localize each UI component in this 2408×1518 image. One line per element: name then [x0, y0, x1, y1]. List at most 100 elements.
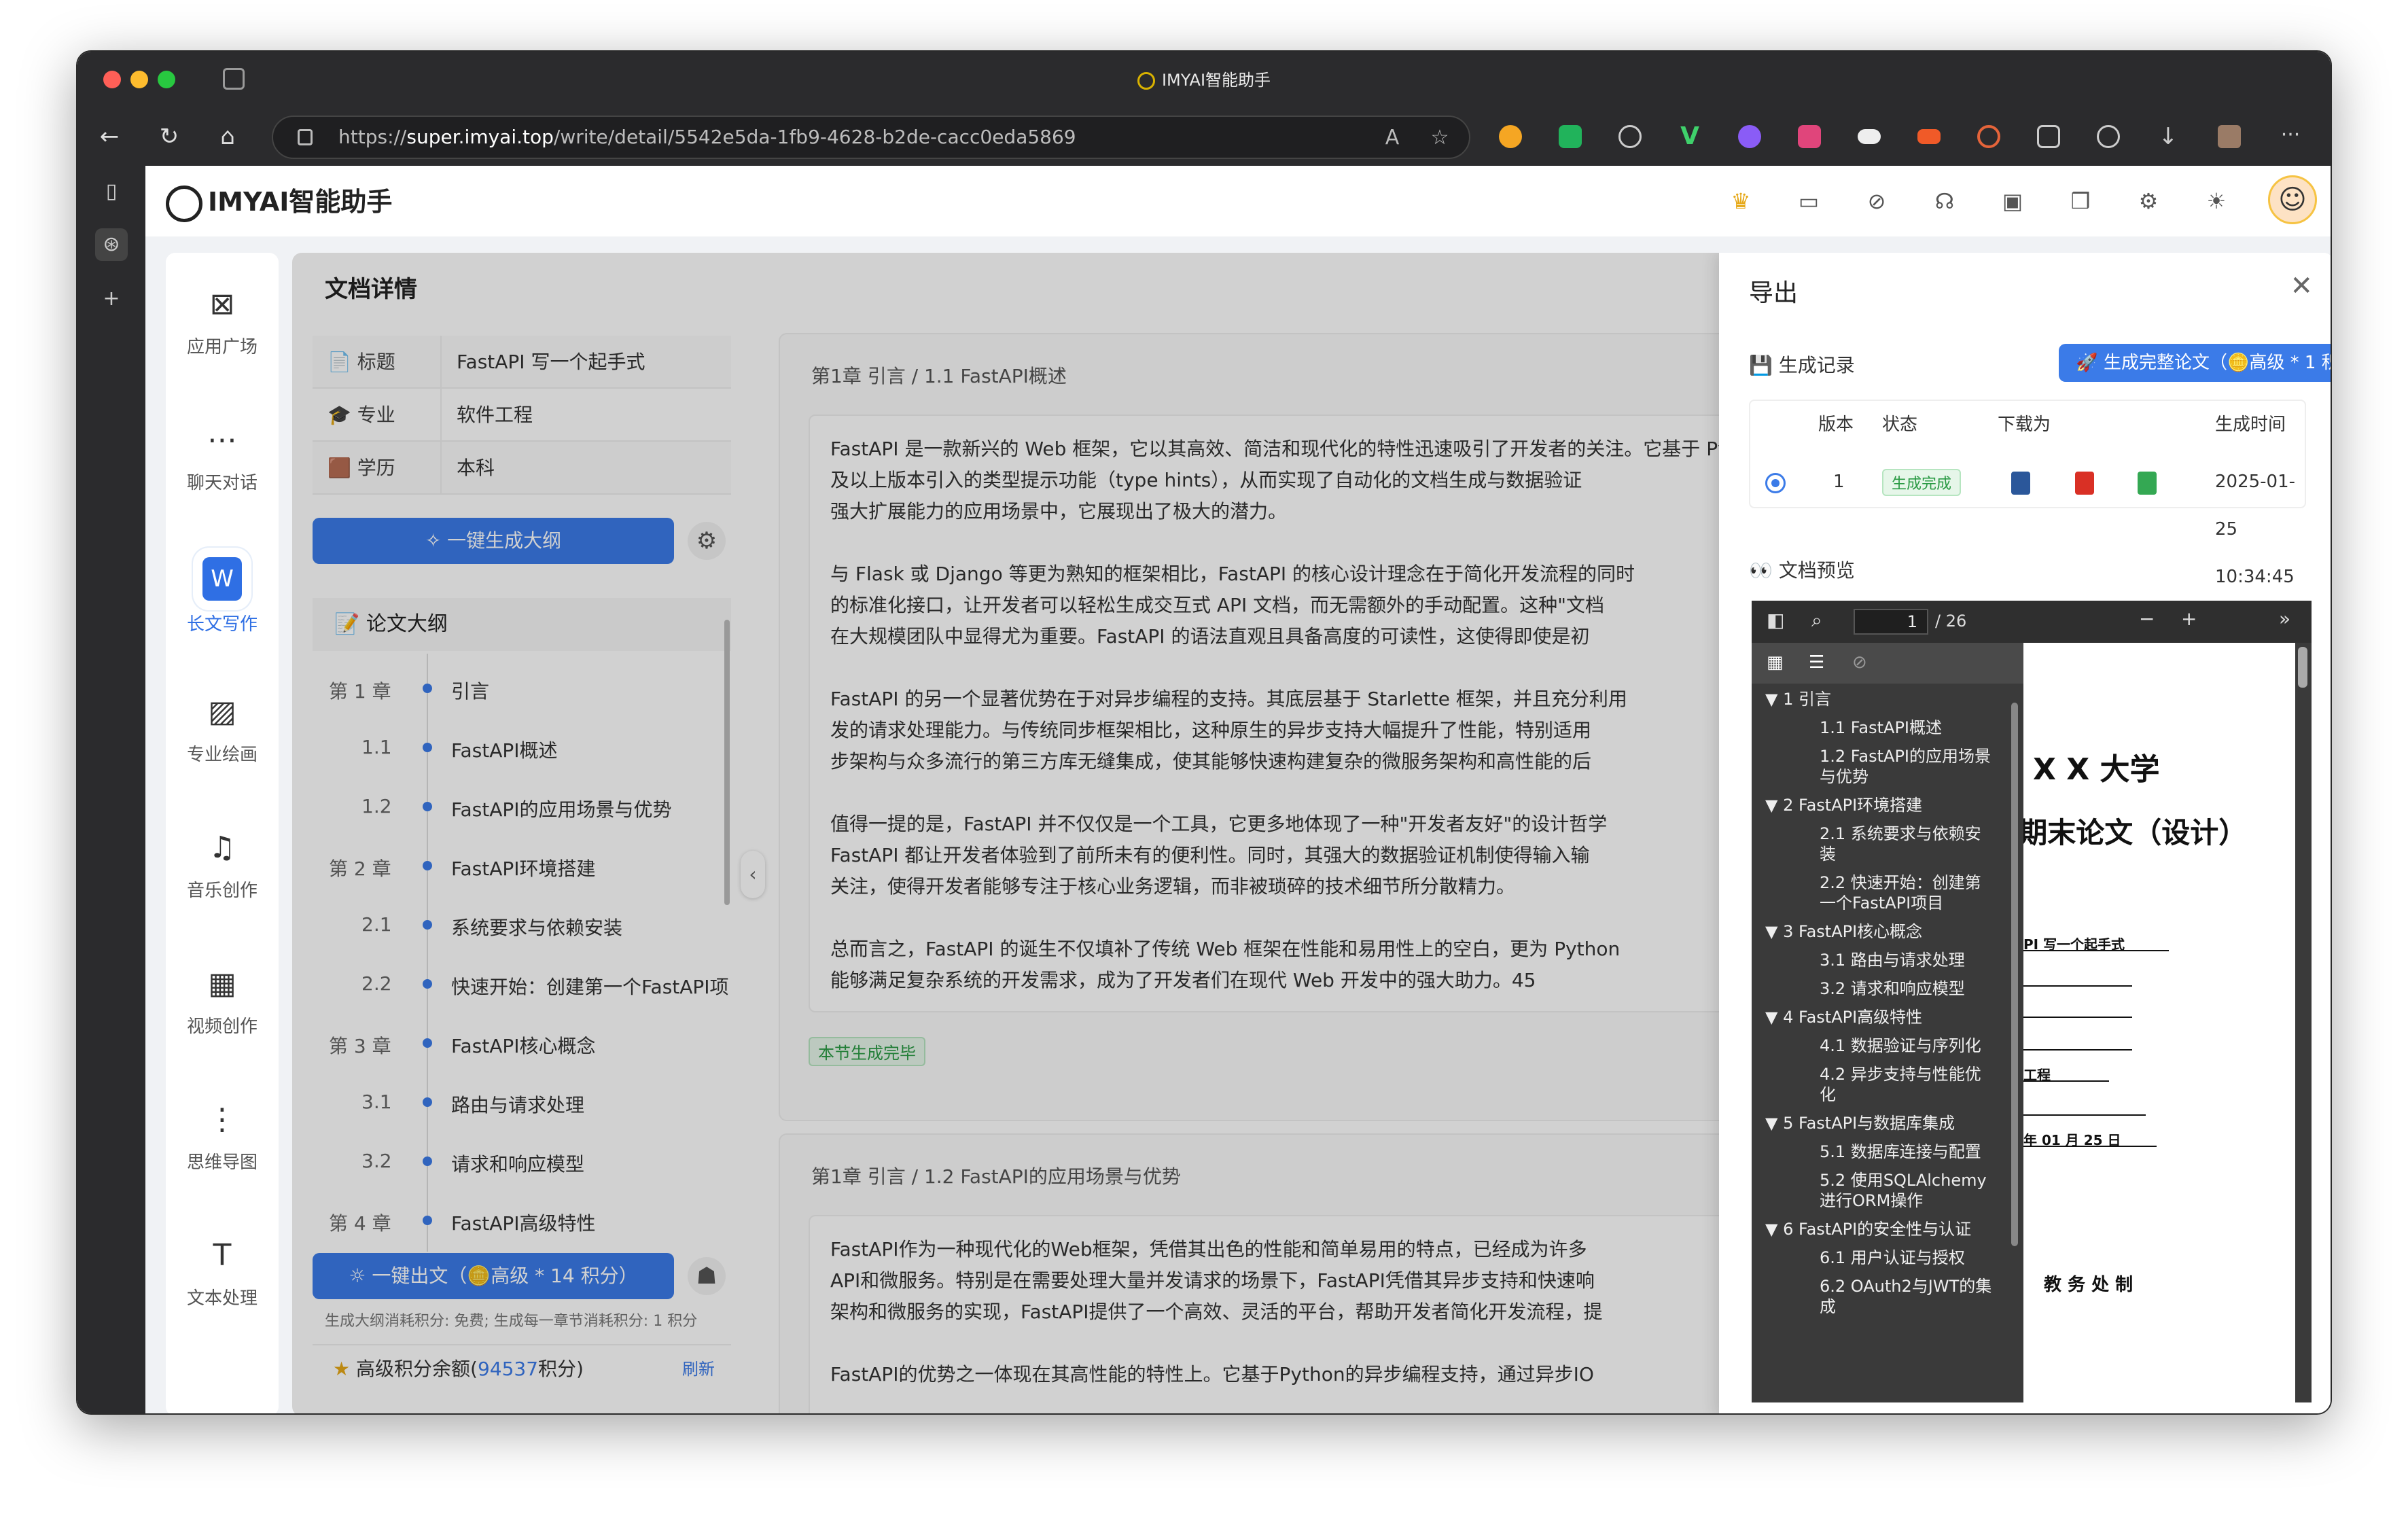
- pdf-page-scrollbar[interactable]: [2298, 647, 2307, 688]
- outline-entry[interactable]: ▼ 2 FastAPI环境搭建: [1765, 795, 1922, 815]
- outline-entry[interactable]: 化: [1820, 1084, 1836, 1105]
- theme-sun-icon[interactable]: ☀: [2197, 182, 2235, 220]
- outline-entry[interactable]: 2.1 系统要求与依赖安: [1820, 824, 1981, 844]
- brand[interactable]: IMYAI智能助手: [166, 181, 392, 222]
- zoom-in-icon[interactable]: +: [2181, 607, 2197, 630]
- sidebar-item-3[interactable]: ▨ 专业绘画: [173, 674, 272, 776]
- sidebar-item-2[interactable]: W 长文写作: [173, 538, 272, 640]
- url-prefix: https://: [338, 126, 407, 148]
- sidebar-item-0[interactable]: ⊠ 应用广场: [173, 266, 272, 368]
- page-number-input[interactable]: 1: [1854, 609, 1928, 635]
- sidebar-toggle-icon[interactable]: ▯: [95, 175, 128, 208]
- thumbnails-icon[interactable]: ▦: [1767, 652, 1784, 673]
- outline-entry[interactable]: 成: [1820, 1296, 1836, 1317]
- pdf-download-icon[interactable]: [2075, 472, 2094, 495]
- reload-icon[interactable]: ↻: [152, 120, 186, 154]
- read-aloud-icon[interactable]: A: [1381, 126, 1404, 149]
- more-menu-icon[interactable]: ···: [2279, 125, 2302, 148]
- link-icon[interactable]: ⊘: [1858, 182, 1896, 220]
- gift-icon[interactable]: ❒: [2061, 182, 2100, 220]
- devices-icon[interactable]: ▭: [1790, 182, 1828, 220]
- search-icon[interactable]: ⌕: [1811, 609, 1822, 632]
- close-icon[interactable]: ✕: [2290, 270, 2313, 302]
- extension-icon-2[interactable]: [1559, 125, 1582, 148]
- more-tools-icon[interactable]: »: [2279, 607, 2290, 630]
- outline-entry[interactable]: 进行ORM操作: [1820, 1190, 1923, 1211]
- document-detail-panel: 文档详情 📄 标题 FastAPI 写一个起手式 🎓 专业 软件工程 🟫 学历 本科 ✧ …: [292, 253, 2331, 1413]
- back-icon[interactable]: ←: [92, 120, 126, 154]
- col-version: 版本: [1818, 414, 1854, 435]
- extension-icon-8[interactable]: [1917, 129, 1941, 144]
- markdown-download-icon[interactable]: [2138, 472, 2157, 495]
- outline-entry[interactable]: 4.2 异步支持与性能优: [1820, 1064, 1981, 1084]
- history-icon[interactable]: [2097, 125, 2120, 148]
- pdf-toolbar: ◧ ⌕ 1 / 26 − + »: [1752, 601, 2312, 643]
- text-icon: T: [213, 1238, 232, 1273]
- version-radio[interactable]: [1765, 473, 1786, 493]
- sidebar-item-6[interactable]: ⋮ 思维导图: [173, 1082, 272, 1184]
- pdf-underline: [2023, 1049, 2132, 1051]
- outline-entry[interactable]: 装: [1820, 844, 1836, 864]
- outline-entry[interactable]: 3.1 路由与请求处理: [1820, 950, 1965, 970]
- profile-avatar[interactable]: [2218, 125, 2241, 148]
- sidebar-item-1[interactable]: ⋯ 聊天对话: [173, 402, 272, 504]
- outline-entry[interactable]: 6.1 用户认证与授权: [1820, 1248, 1965, 1268]
- outline-entry[interactable]: 与优势: [1820, 766, 1869, 787]
- outline-entry[interactable]: ▼ 1 引言: [1765, 689, 1831, 709]
- generated-time: 2025-01-25 10:34:45: [2215, 472, 2296, 587]
- pdf-underline: [2023, 1017, 2132, 1018]
- outline-scrollbar[interactable]: [2011, 703, 2018, 1246]
- attachments-icon[interactable]: ⊘: [1852, 652, 1867, 673]
- outline-entry[interactable]: 4.1 数据验证与序列化: [1820, 1036, 1981, 1056]
- word-download-icon[interactable]: [2011, 472, 2030, 495]
- address-bar[interactable]: https://super.imyai.top/write/detail/554…: [272, 116, 1470, 159]
- extensions-puzzle-icon[interactable]: [2037, 125, 2060, 148]
- outline-entry[interactable]: ▼ 4 FastAPI高级特性: [1765, 1007, 1922, 1027]
- outline-entry[interactable]: 1.1 FastAPI概述: [1820, 718, 1942, 738]
- outline-entry[interactable]: 5.1 数据库连接与配置: [1820, 1142, 1981, 1162]
- favorite-star-icon[interactable]: ☆: [1428, 126, 1451, 149]
- crown-icon[interactable]: ♛: [1722, 182, 1760, 220]
- extension-icon-7[interactable]: [1858, 129, 1881, 144]
- browser-vertical-tabs: ▯ ⊛ +: [77, 166, 145, 1413]
- outline-entry[interactable]: ▼ 6 FastAPI的安全性与认证: [1765, 1219, 1971, 1239]
- zoom-out-icon[interactable]: −: [2139, 607, 2155, 630]
- extension-icon-6[interactable]: [1798, 125, 1821, 148]
- sidebar-item-label: 长文写作: [186, 614, 258, 635]
- active-tab-favicon-icon[interactable]: ⊛: [95, 228, 128, 261]
- sidebar-item-5[interactable]: ▦ 视频创作: [173, 946, 272, 1048]
- toggle-sidebar-icon[interactable]: ◧: [1767, 609, 1784, 631]
- sidebar-item-7[interactable]: T 文本处理: [173, 1218, 272, 1320]
- extension-icon-5[interactable]: [1738, 125, 1761, 148]
- app-root: IMYAI智能助手 ♛ ▭ ⊘ ☊ ▣ ❒ ⚙ ☀ ☺ ⊠ 应用广场 ⋯ 聊天对话 W 长…: [145, 166, 2331, 1413]
- extension-icon-1[interactable]: [1499, 125, 1522, 148]
- page-total: / 26: [1935, 612, 1967, 631]
- outline-entry[interactable]: 一个FastAPI项目: [1820, 893, 1943, 913]
- user-avatar[interactable]: ☺: [2268, 175, 2317, 224]
- sidebar-item-4[interactable]: ♫ 音乐创作: [173, 810, 272, 912]
- outline-entry[interactable]: 6.2 OAuth2与JWT的集: [1820, 1276, 1991, 1296]
- modal-overlay[interactable]: [292, 253, 1719, 1413]
- outline-entry[interactable]: 1.2 FastAPI的应用场景: [1820, 746, 1991, 766]
- pdf-underline: [2023, 950, 2169, 951]
- outline-entry[interactable]: ▼ 5 FastAPI与数据库集成: [1765, 1113, 1955, 1133]
- settings-gear-icon[interactable]: ⚙: [2129, 182, 2167, 220]
- vue-extension-icon[interactable]: V: [1678, 124, 1701, 149]
- export-drawer: 导出 ✕ 💾 生成记录 🚀 生成完整论文（🪙高级 * 1 积分） ! 版本 状态…: [1719, 253, 2331, 1413]
- music-icon: ♫: [209, 830, 236, 865]
- download-icon[interactable]: ↓: [2157, 125, 2180, 148]
- pdf-underline: [2023, 1080, 2109, 1082]
- briefcase-icon[interactable]: ▣: [1994, 182, 2032, 220]
- home-icon[interactable]: ⌂: [211, 120, 245, 154]
- outline-entry[interactable]: 2.2 快速开始：创建第: [1820, 872, 1981, 893]
- pdf-page-scrollbar-track[interactable]: [2295, 643, 2312, 1402]
- outline-entry[interactable]: ▼ 3 FastAPI核心概念: [1765, 921, 1922, 942]
- generate-full-paper-button[interactable]: 🚀 生成完整论文（🪙高级 * 1 积分）: [2059, 344, 2331, 382]
- extension-icon-3[interactable]: [1618, 125, 1642, 148]
- extension-icon-9[interactable]: [1977, 125, 2000, 148]
- headset-icon[interactable]: ☊: [1926, 182, 1964, 220]
- new-tab-icon[interactable]: +: [95, 283, 128, 315]
- outline-entry[interactable]: 5.2 使用SQLAlchemy: [1820, 1170, 1987, 1190]
- outline-entry[interactable]: 3.2 请求和响应模型: [1820, 978, 1965, 999]
- outline-list-icon[interactable]: ☰: [1809, 652, 1824, 673]
